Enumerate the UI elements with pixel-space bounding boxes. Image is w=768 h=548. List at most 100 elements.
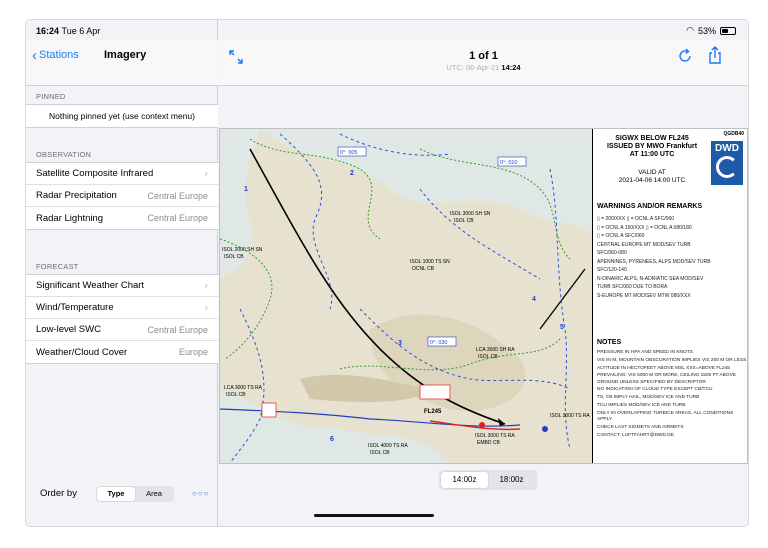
chart-heading-line: SIGWX BELOW FL245 [615, 135, 689, 142]
warnings-header: WARNINGS AND/OR REMARKS [597, 203, 703, 210]
pinned-group: Nothing pinned yet (use context menu) [26, 104, 218, 128]
chevron-left-icon: ‹ [32, 46, 37, 64]
map-label: ISOL 2000 SH SN [222, 247, 263, 253]
time-option-1400[interactable]: 14:00z [441, 472, 488, 488]
back-label: Stations [39, 49, 79, 61]
list-item-sigwx[interactable]: Significant Weather Chart › [26, 275, 218, 297]
warning-line: CENTRAL EUROPE MT MOD/SEV TURB [597, 241, 691, 248]
pinned-empty-row: Nothing pinned yet (use context menu) [26, 105, 218, 127]
map-label: ISOL 4000 TS RA [368, 443, 408, 449]
pinned-header: PINNED [36, 92, 66, 101]
list-item-wind-temperature[interactable]: Wind/Temperature › [26, 297, 218, 319]
dwd-swirl-icon [716, 156, 738, 178]
map-area-number: 4 [532, 296, 536, 303]
share-icon[interactable] [707, 46, 723, 64]
note-line: NO INDICATION OF CLOUD TYPE EXCEPT CB/TC… [597, 387, 713, 393]
note-line: CONTACT: LUFTFAHRT@DWD.DE [597, 432, 674, 438]
chart-valid-line: 2021-04-06 14:00 UTC [618, 177, 686, 184]
list-item-label: Radar Lightning [36, 212, 104, 224]
chart-heading-line: ISSUED BY MWO Frankfurt [606, 143, 698, 150]
map-label: LCA 3000 TS RA [224, 385, 263, 391]
list-item-low-level-swc[interactable]: Low-level SWC Central Europe [26, 319, 218, 341]
note-line: VIS IN M, MOUNTAIN OBSCURATION IMPLIES V… [597, 357, 747, 363]
list-item-radar-lightning[interactable]: Radar Lightning Central Europe [26, 207, 218, 229]
chart-heading-line: AT 11:00 UTC [629, 151, 675, 158]
page-subtitle: UTC: 06-Apr-21 14:24 [219, 63, 748, 72]
list-item-label: Wind/Temperature [36, 302, 114, 313]
note-line: PREVAILING: VIS 5000 M OR MORE, CEILING … [597, 373, 736, 385]
order-option-type[interactable]: Type [97, 487, 135, 501]
status-clock: 16:24 [36, 26, 60, 36]
map-label-freezing: 0°: 005 [340, 150, 358, 156]
list-item-satellite[interactable]: Satellite Composite Infrared › [26, 163, 218, 185]
note-line: TS, CB IMPLY HAIL, MOD/SEV ICE AND TURB [597, 395, 700, 401]
refresh-icon[interactable] [677, 48, 693, 64]
sidebar: ‹ Stations Imagery PINNED Nothing pinned… [26, 20, 218, 526]
warning-line: ▯ = OCNL A SFC/060 [597, 233, 645, 239]
warning-line: N-DINARIC ALPS, N-ADRIATIC SEA MOD/SEV [597, 275, 704, 282]
warning-line: SFC/060-080 [597, 250, 627, 256]
list-item-label: Satellite Composite Infrared [36, 168, 154, 179]
time-option-1800[interactable]: 18:00z [488, 472, 535, 488]
page-title: 1 of 1 [469, 50, 498, 62]
note-line: PRESSURE IN HPA AND SPEED IN KNOTS [597, 350, 693, 355]
warning-line: ▯ = 200/XXX ▯ = OCNL A SFC/060 [597, 216, 675, 222]
sigwx-map: ISOL 3000 SH SN ISOL CB ISOL 1000 TS SN … [220, 129, 592, 463]
observation-header: OBSERVATION [36, 150, 92, 159]
map-label-fl: FL245 [424, 409, 442, 415]
warning-line: APENNINES, PYRENEES, ALPS MOD/SEV TURB [597, 258, 711, 265]
list-item-value: Central Europe [147, 324, 208, 335]
order-segmented-control: Type Area [96, 486, 174, 502]
battery-percent: 53% [697, 25, 716, 36]
sidebar-nav-bar: ‹ Stations Imagery [26, 40, 218, 86]
warnings-list: ▯ = 200/XXX ▯ = OCNL A SFC/060 ▯ = OCNL … [597, 215, 745, 300]
warning-line: ▯ = OCNL A 150/XXX ▯ = OCNL A 080/180 [597, 224, 692, 231]
list-item-weather-cloud-cover[interactable]: Weather/Cloud Cover Europe [26, 341, 218, 363]
map-label: ISOL CB [226, 392, 246, 398]
map-area-number: 2 [350, 170, 354, 177]
sigwx-chart[interactable]: ISOL 3000 SH SN ISOL CB ISOL 1000 TS SN … [219, 128, 748, 464]
order-option-area[interactable]: Area [135, 487, 173, 501]
pinned-empty-text: Nothing pinned yet (use context menu) [48, 111, 195, 121]
observation-group: Satellite Composite Infrared › Radar Pre… [26, 162, 218, 230]
map-label: ISOL 3000 TS RA [550, 413, 590, 419]
forecast-group: Significant Weather Chart › Wind/Tempera… [26, 274, 218, 364]
warning-line: SFC/120-140 [597, 267, 627, 273]
map-label: OCNL CB [412, 266, 435, 272]
chevron-right-icon: › [204, 279, 208, 292]
back-button[interactable]: ‹ Stations [32, 46, 79, 64]
chevron-right-icon: › [204, 167, 208, 180]
chevron-right-icon: › [204, 301, 208, 314]
map-label: ISOL CB [478, 354, 498, 360]
list-item-value: Central Europe [147, 190, 208, 201]
list-item-label: Low-level SWC [36, 324, 101, 335]
note-line: CHECK LAST SIGMETS AND AIRMETS [597, 424, 684, 430]
status-right: ◠ 53% [686, 25, 736, 36]
forecast-header: FORECAST [36, 262, 79, 271]
map-area-number: 6 [330, 436, 334, 443]
map-label: EMBD CB [477, 440, 500, 446]
chart-valid-line: VALID AT [638, 169, 666, 176]
map-label: ISOL 1000 TS SN [410, 259, 450, 265]
status-time: 16:24 Tue 6 Apr [36, 26, 100, 36]
list-item-radar-precipitation[interactable]: Radar Precipitation Central Europe [26, 185, 218, 207]
main-nav-bar: 1 of 1 UTC: 06-Apr-21 14:24 [219, 40, 748, 86]
order-by-label: Order by [40, 488, 77, 499]
dwd-logo-text: DWD [715, 143, 739, 154]
status-bar: 16:24 Tue 6 Apr ◠ 53% [26, 20, 748, 40]
chart-valid: VALID AT 2021-04-06 14:00 UTC [597, 169, 707, 185]
map-label-freezing: 0°: 010 [500, 160, 518, 166]
ipad-screen: ‹ Stations Imagery PINNED Nothing pinned… [26, 20, 748, 526]
chart-heading: SIGWX BELOW FL245 ISSUED BY MWO Frankfur… [597, 135, 707, 159]
list-item-value: Europe [178, 347, 208, 357]
map-label-freezing: 0°: 030 [430, 340, 448, 346]
home-indicator[interactable] [314, 514, 434, 517]
list-item-value: Central Europe [147, 213, 208, 223]
battery-fill [722, 28, 729, 33]
warning-line: TURB SFC/060 DUE TO BORA [597, 284, 668, 290]
map-area-number: 1 [244, 186, 248, 193]
map-label: ISOL CB [224, 254, 244, 260]
map-area-number: 5 [560, 324, 564, 331]
more-icon[interactable]: ○○○ [192, 489, 210, 498]
note-line: ALTITUDE IN HECTOFEET ABOVE MSL XXX=ABOV… [597, 365, 730, 371]
